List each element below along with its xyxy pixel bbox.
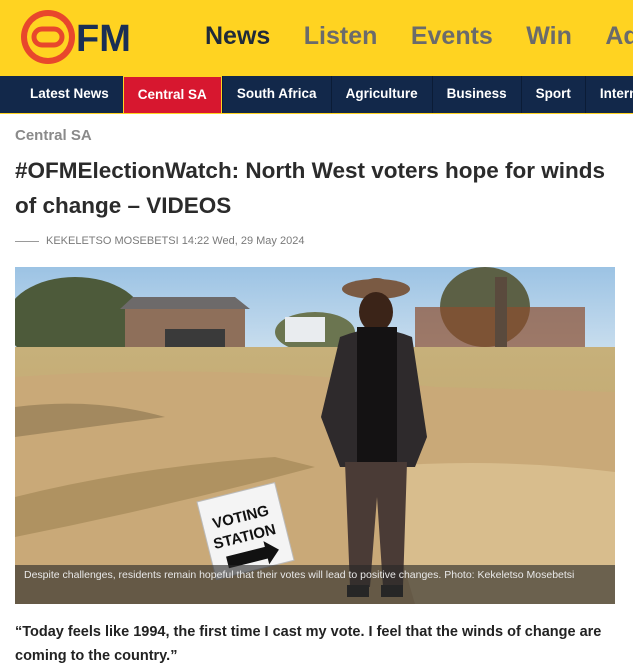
article-author[interactable]: KEKELETSO MOSEBETSI	[46, 235, 179, 247]
category-south-africa[interactable]: South Africa	[221, 76, 331, 113]
category-latest-news[interactable]: Latest News	[16, 76, 123, 113]
photo-caption: Despite challenges, residents remain hop…	[15, 565, 615, 604]
nav-listen[interactable]: Listen	[304, 22, 378, 51]
category-business[interactable]: Business	[431, 76, 521, 113]
category-nav: Latest News Central SA South Africa Agricul…	[0, 76, 633, 114]
nav-advertise[interactable]: Adv	[605, 22, 633, 51]
category-central-sa[interactable]: Central SA	[122, 76, 222, 113]
article-headline: #OFMElectionWatch: North West voters hop…	[15, 158, 606, 218]
category-international[interactable]: Interna	[584, 76, 633, 113]
primary-nav: News Listen Events Win Adv	[205, 22, 633, 51]
category-nav-strip: Latest News Central SA South Africa Agricul…	[0, 76, 633, 113]
site-header: FM News Listen Events Win Adv	[0, 0, 633, 76]
article-timestamp: 14:22 Wed, 29 May 2024	[181, 235, 305, 247]
category-sport[interactable]: Sport	[520, 76, 585, 113]
ofm-logo[interactable]: FM	[14, 6, 154, 68]
photo-illustration: VOTING STATION	[15, 267, 615, 604]
article-byline: KEKELETSO MOSEBETSI 14:22 Wed, 29 May 20…	[15, 235, 304, 247]
nav-win[interactable]: Win	[526, 22, 572, 51]
byline-rule	[15, 240, 39, 242]
svg-text:FM: FM	[76, 18, 131, 60]
nav-news[interactable]: News	[205, 22, 270, 51]
article-section-label[interactable]: Central SA	[15, 127, 92, 144]
article-photo[interactable]: VOTING STATION Despite challenges, resid…	[15, 267, 615, 604]
category-agriculture[interactable]: Agriculture	[330, 76, 432, 113]
nav-events[interactable]: Events	[411, 22, 493, 51]
article-quote: “Today feels like 1994, the first time I…	[15, 624, 602, 664]
